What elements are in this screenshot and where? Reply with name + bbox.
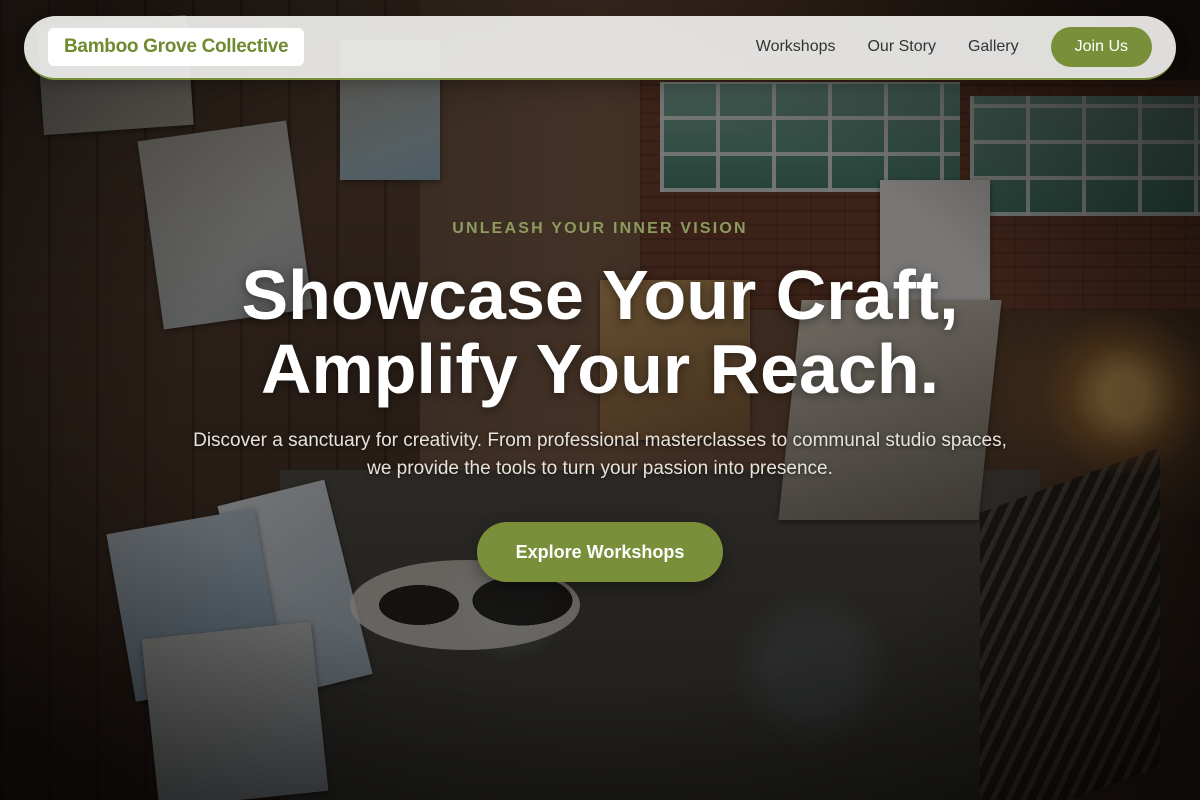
hero-eyebrow: UNLEASH YOUR INNER VISION [452, 220, 748, 237]
hero-headline-line-1: Showcase Your Craft, [241, 256, 959, 334]
hero-headline-line-2: Amplify Your Reach. [260, 330, 940, 408]
hero-description-line-1: Discover a sanctuary for creativity. Fro… [193, 430, 1007, 451]
hero-description: Discover a sanctuary for creativity. Fro… [150, 427, 1050, 483]
hero-description-line-2: we provide the tools to turn your passio… [367, 458, 833, 479]
hero-section: Bamboo Grove Collective Workshops Our St… [0, 0, 1200, 800]
explore-workshops-button[interactable]: Explore Workshops [477, 522, 723, 582]
hero-headline: Showcase Your Craft, Amplify Your Reach. [0, 258, 1200, 406]
hero-content: UNLEASH YOUR INNER VISION Showcase Your … [0, 0, 1200, 800]
